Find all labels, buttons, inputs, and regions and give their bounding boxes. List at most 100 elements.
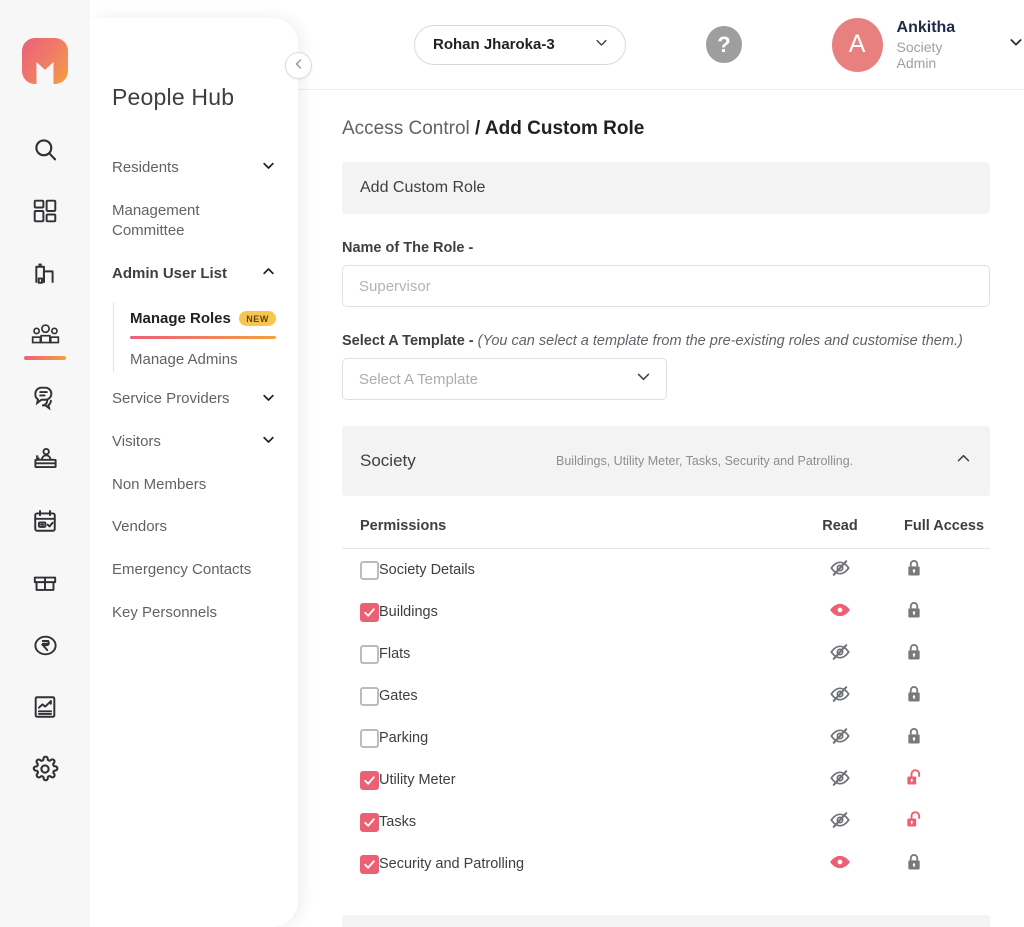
breadcrumb-parent[interactable]: Access Control bbox=[342, 118, 475, 139]
sidebar-item-non-members[interactable]: Non Members bbox=[112, 464, 276, 507]
sidebar-subitem-label: Manage Admins bbox=[130, 351, 238, 369]
building-icon bbox=[32, 260, 58, 286]
app-root: People Hub Residents Management Committe… bbox=[0, 0, 1024, 927]
rail-item-settings[interactable] bbox=[14, 738, 76, 800]
search-icon bbox=[32, 136, 59, 163]
rail-item-communication[interactable] bbox=[14, 366, 76, 428]
sidebar-item-management-committee[interactable]: Management Committee bbox=[112, 190, 276, 253]
section-description: Buildings, Utility Meter, Tasks, Securit… bbox=[556, 453, 854, 468]
permission-checkbox[interactable] bbox=[360, 686, 379, 706]
full-access-cell[interactable] bbox=[882, 801, 990, 843]
chevron-up-icon bbox=[261, 264, 276, 284]
table-row: Buildings bbox=[342, 591, 990, 633]
rail-item-front-desk[interactable] bbox=[14, 428, 76, 490]
sidebar-collapse-button[interactable] bbox=[285, 52, 312, 79]
help-icon[interactable]: ? bbox=[706, 26, 742, 63]
rail-item-accounting[interactable] bbox=[14, 614, 76, 676]
read-access-cell[interactable] bbox=[798, 801, 882, 843]
rail-item-society[interactable] bbox=[14, 242, 76, 304]
read-access-cell[interactable] bbox=[798, 675, 882, 717]
section-title: Society bbox=[360, 451, 416, 470]
template-select[interactable]: Select A Template bbox=[342, 358, 667, 400]
lock-closed-icon bbox=[904, 557, 924, 579]
full-access-cell[interactable] bbox=[882, 843, 990, 885]
read-access-cell[interactable] bbox=[798, 759, 882, 801]
read-access-cell[interactable] bbox=[798, 591, 882, 633]
section-header-people-hub[interactable]: People Hub bbox=[342, 915, 990, 927]
rupee-coin-icon bbox=[32, 632, 59, 659]
role-name-input[interactable] bbox=[342, 265, 990, 307]
permission-label: Security and Patrolling bbox=[379, 856, 525, 872]
table-row: Flats bbox=[342, 633, 990, 675]
sidebar-item-service-providers[interactable]: Service Providers bbox=[112, 378, 276, 421]
column-header-full-access: Full Access bbox=[882, 502, 990, 549]
rail-item-dashboard[interactable] bbox=[14, 180, 76, 242]
people-icon bbox=[31, 321, 60, 350]
table-header-row: Permissions Read Full Access bbox=[342, 502, 990, 549]
people-hub-panel: People Hub Residents Management Committe… bbox=[90, 18, 298, 927]
permission-checkbox[interactable] bbox=[360, 854, 379, 874]
sidebar-item-label: Vendors bbox=[112, 518, 168, 536]
sidebar-item-residents[interactable]: Residents bbox=[112, 147, 276, 190]
permission-checkbox[interactable] bbox=[360, 770, 379, 790]
eye-off-icon bbox=[829, 725, 851, 747]
sidebar-item-visitors[interactable]: Visitors bbox=[112, 421, 276, 464]
template-label: Select A Template - (You can select a te… bbox=[342, 333, 990, 349]
sidebar-item-key-personnels[interactable]: Key Personnels bbox=[112, 592, 276, 635]
sidebar-item-vendors[interactable]: Vendors bbox=[112, 506, 276, 549]
section-header-society[interactable]: Society Buildings, Utility Meter, Tasks,… bbox=[342, 426, 990, 496]
read-access-cell[interactable] bbox=[798, 549, 882, 592]
calendar-icon bbox=[32, 508, 58, 534]
mygate-logo[interactable] bbox=[22, 38, 68, 84]
rail-item-people-hub[interactable] bbox=[14, 304, 76, 366]
sidebar-item-label: Non Members bbox=[112, 475, 207, 493]
chat-icon bbox=[32, 384, 59, 411]
table-row: Security and Patrolling bbox=[342, 843, 990, 885]
lock-closed-icon bbox=[904, 851, 924, 873]
table-row: Society Details bbox=[342, 549, 990, 592]
chevron-down-icon bbox=[261, 432, 276, 452]
permission-checkbox[interactable] bbox=[360, 602, 379, 622]
rail-item-bookings[interactable] bbox=[14, 490, 76, 552]
permission-checkbox[interactable] bbox=[360, 728, 379, 748]
sidebar-subitem-manage-roles[interactable]: Manage Roles NEW bbox=[130, 302, 276, 340]
full-access-cell[interactable] bbox=[882, 549, 990, 592]
sidebar-item-emergency-contacts[interactable]: Emergency Contacts bbox=[112, 549, 276, 592]
chevron-left-icon bbox=[293, 57, 305, 75]
rail-item-deliveries[interactable] bbox=[14, 552, 76, 614]
sidebar-subitem-label: Manage Roles bbox=[130, 309, 231, 327]
lock-closed-icon bbox=[904, 683, 924, 705]
permission-checkbox-cell bbox=[342, 801, 379, 843]
read-access-cell[interactable] bbox=[798, 717, 882, 759]
template-label-text: Select A Template - bbox=[342, 333, 478, 349]
user-menu[interactable]: A Ankitha Society Admin bbox=[831, 17, 1024, 72]
rail-item-search[interactable] bbox=[14, 118, 76, 180]
form-panel-title-label: Add Custom Role bbox=[360, 179, 486, 196]
read-access-cell[interactable] bbox=[798, 633, 882, 675]
chevron-down-icon bbox=[594, 35, 609, 55]
form-panel-title: Add Custom Role bbox=[342, 162, 990, 214]
society-selector[interactable]: Rohan Jharoka-3 bbox=[414, 24, 627, 65]
full-access-cell[interactable] bbox=[882, 591, 990, 633]
permission-checkbox[interactable] bbox=[360, 812, 379, 832]
permission-label: Gates bbox=[379, 688, 418, 704]
table-row: Parking bbox=[342, 717, 990, 759]
full-access-cell[interactable] bbox=[882, 759, 990, 801]
role-name-label: Name of The Role - bbox=[342, 240, 474, 256]
read-access-cell[interactable] bbox=[798, 843, 882, 885]
full-access-cell[interactable] bbox=[882, 633, 990, 675]
sidebar-item-label: Service Providers bbox=[112, 390, 230, 408]
permission-checkbox[interactable] bbox=[360, 560, 379, 580]
permission-checkbox[interactable] bbox=[360, 644, 379, 664]
full-access-cell[interactable] bbox=[882, 717, 990, 759]
sidebar-subitem-manage-admins[interactable]: Manage Admins bbox=[130, 343, 276, 372]
lock-open-icon bbox=[904, 767, 924, 789]
permissions-table: Permissions Read Full Access Society Det… bbox=[342, 502, 990, 885]
full-access-cell[interactable] bbox=[882, 675, 990, 717]
report-chart-icon bbox=[32, 694, 58, 720]
permission-checkbox-cell bbox=[342, 717, 379, 759]
rail-item-reports[interactable] bbox=[14, 676, 76, 738]
sidebar-item-admin-user-list[interactable]: Admin User List bbox=[112, 253, 276, 296]
lock-open-icon bbox=[904, 809, 924, 831]
permission-label: Flats bbox=[379, 646, 411, 662]
